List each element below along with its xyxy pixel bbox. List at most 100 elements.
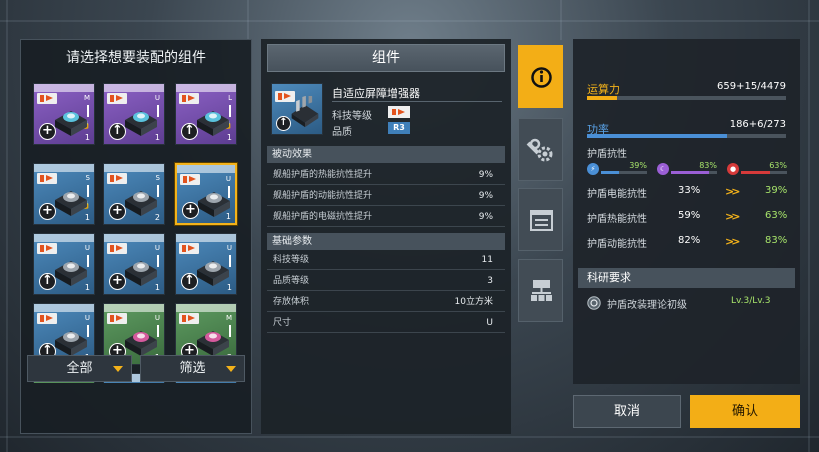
filter-dropdown[interactable]: 筛选 [140,355,245,382]
tab-list[interactable] [518,188,563,251]
resistance-current: 82% [678,235,701,246]
resistance-current: 33% [678,185,701,196]
plus-icon: + [39,123,56,140]
component-slot[interactable]: L🔒↑1 [175,83,237,145]
confirm-button[interactable]: 确认 [690,395,800,428]
power-bar-fill [587,134,727,138]
slot-count: 1 [226,283,232,292]
effect-value: 9% [478,212,493,222]
passive-effect-row: 舰船护盾的热能抗性提升 9% [267,165,505,185]
shield-resist-value: 83% [699,161,717,170]
effect-name: 舰船护盾的动能抗性提升 [273,191,373,201]
filter-all-dropdown[interactable]: 全部 [27,355,132,382]
divider [267,269,505,270]
effect-name: 舰船护盾的热能抗性提升 [273,170,373,180]
research-requirement: 护盾改装理论初级 Lv.3/Lv.3 [587,295,787,313]
plus-icon: + [109,203,126,220]
cancel-button[interactable]: 取消 [573,395,681,428]
dropdown-caret-icon [226,366,236,372]
slot-size: M [225,314,232,322]
research-badge-icon [587,296,601,310]
slot-cap [176,234,236,242]
tab-info[interactable] [518,45,563,108]
divider [267,290,505,291]
compute-bar [587,96,786,100]
research-level: Lv.3/Lv.3 [731,296,771,306]
component-slot[interactable]: M🔒+1 [33,83,95,145]
shield-bar-track [601,171,647,174]
divider [267,311,505,312]
effect-name: 舰船护盾的电磁抗性提升 [273,212,373,222]
param-name: 存放体积 [273,297,310,307]
quality-label: 品质 [332,127,352,138]
component-name: 自适应屏障增强器 [332,87,420,100]
component-slot[interactable]: U +1 [175,163,237,225]
double-chevron-icon: >> [725,185,741,198]
slot-count: 1 [154,283,160,292]
slot-size: U [226,244,232,252]
power-bar [587,134,786,138]
resistance-row: 护盾电能抗性 33% >> 39% [587,185,787,205]
component-slot[interactable]: U ↑ 1 [103,83,165,145]
component-slot[interactable]: U +1 [103,233,165,295]
slot-count: 1 [84,133,90,142]
component-detail-panel: 组件 ↑ 自适应屏障增强器 科技等级 品质 R3 被动效果 舰船护盾的热能抗性提… [261,39,511,434]
effect-value: 9% [478,170,493,180]
shield-bar-track [741,171,787,174]
slot-count: 1 [226,133,232,142]
filter-label: 筛选 [179,361,206,376]
param-value: 3 [487,276,493,286]
slot-cap [34,84,94,92]
dropdown-caret-icon [113,366,123,372]
component-slot[interactable]: S +2 [103,163,165,225]
resistance-row: 护盾热能抗性 59% >> 63% [587,210,787,230]
tab-modify[interactable] [518,118,563,181]
slot-cap [176,304,236,312]
base-params-header: 基础参数 [267,233,505,250]
compute-label: 运算力 [587,83,620,96]
param-value: U [486,318,493,328]
quality-badge: R3 [388,122,410,134]
passive-effect-row: 舰船护盾的电磁抗性提升 9% [267,207,505,227]
slot-count: 1 [84,283,90,292]
slot-count: 1 [225,212,231,221]
param-value: 11 [481,255,493,265]
resistance-new: 63% [765,210,788,221]
resistance-new: 39% [765,185,788,196]
shield-resist-bar: ⚡ 39% [587,161,649,179]
effect-value: 9% [478,191,493,201]
slot-size: M [83,94,90,102]
component-slot[interactable]: U ↑ 1 [175,233,237,295]
shield-bar-fill [601,171,619,174]
component-thumbnail: ↑ [271,83,323,135]
divider [332,101,502,102]
slot-size: U [84,244,90,252]
shield-resist-label: 护盾抗性 [587,149,627,160]
divider [267,332,505,333]
component-grid[interactable]: M🔒+1U↑1L🔒↑1S🔒+1S+2U+1U↑1U+1U↑1U↑1U+1M+3M [33,83,263,383]
slot-size: S [155,174,160,182]
research-header: 科研要求 [578,268,795,288]
component-slot[interactable]: U ↑ 1 [33,233,95,295]
slot-size: U [154,244,160,252]
slot-size: U [154,94,160,102]
info-icon [531,67,552,88]
up-arrow-icon: ↑ [39,273,56,290]
tech-level-label: 科技等级 [332,111,372,122]
tab-structure[interactable] [518,259,563,322]
component-slot[interactable]: S🔒+1 [33,163,95,225]
double-chevron-icon: >> [725,235,741,248]
shield-resist-value: 39% [629,161,647,170]
shield-resist-bar: ☾ 83% [657,161,719,179]
filter-all-label: 全部 [66,361,93,376]
slot-size: L [228,94,232,102]
resistance-name: 护盾动能抗性 [587,239,647,250]
slot-count: 1 [84,213,90,222]
param-value: 10立方米 [454,297,493,307]
tech-level-tag [388,106,410,118]
base-param-row: 存放体积 10立方米 [267,292,505,312]
slot-cap [104,164,164,172]
param-name: 尺寸 [273,318,292,328]
power-value: 186+6/273 [729,119,786,130]
resistance-new: 83% [765,235,788,246]
